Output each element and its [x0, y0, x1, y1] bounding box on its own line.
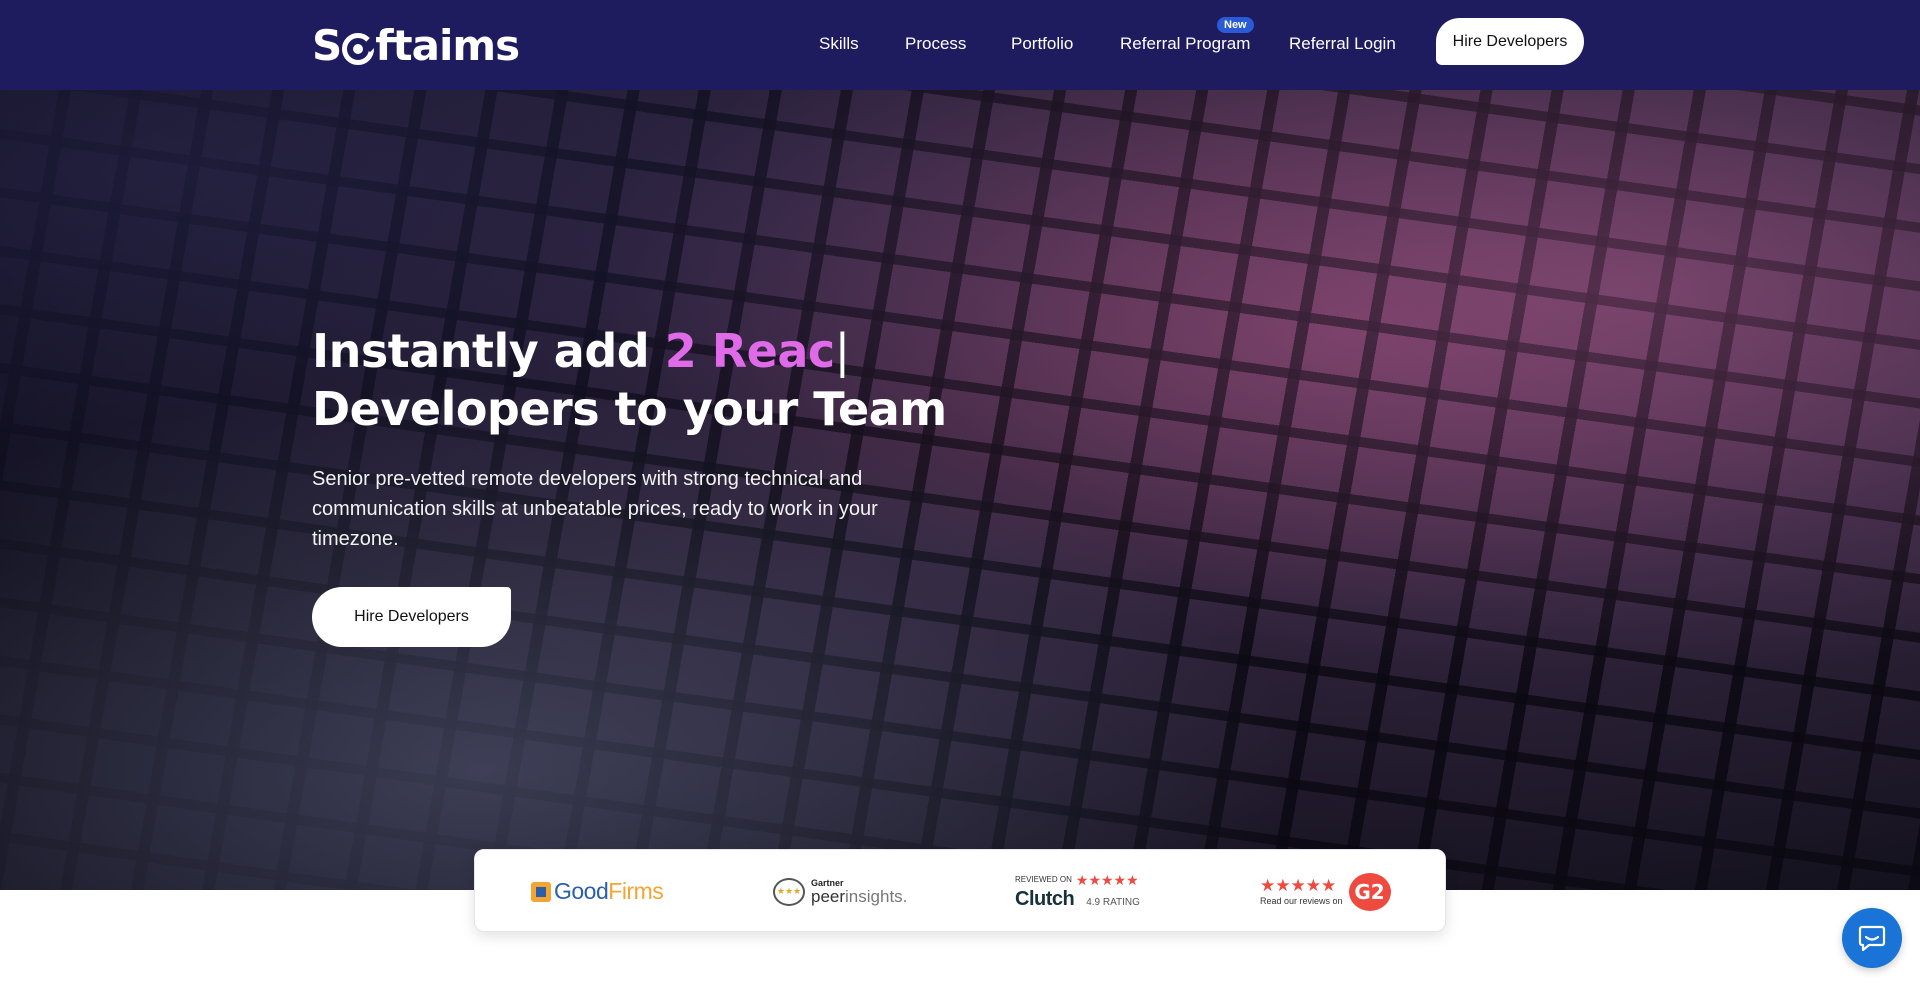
g2-reviews-text: ★★★★★ Read our reviews on — [1260, 875, 1343, 907]
hire-developers-hero-button[interactable]: Hire Developers — [312, 587, 511, 647]
g2-logo-icon: G2 — [1348, 872, 1391, 911]
gartner-wordmark: Gartner peerinsights. — [811, 877, 908, 906]
nav-skills[interactable]: Skills — [819, 34, 859, 54]
new-badge: New — [1217, 17, 1254, 33]
gartner-stars-icon: ★★★ — [773, 877, 805, 906]
chat-bubble-icon[interactable] — [1842, 908, 1902, 968]
nav-portfolio[interactable]: Portfolio — [1011, 34, 1073, 54]
softaims-logo[interactable]: Sftaims — [312, 21, 520, 70]
goodfirms-wordmark: GoodFirms — [554, 878, 664, 904]
hero-subtext: Senior pre-vetted remote developers with… — [312, 468, 878, 550]
clutch-wordmark: REVIEWED ON ★★★★★ Clutch 4.9 RATING — [1015, 871, 1140, 911]
nav-process[interactable]: Process — [905, 34, 966, 54]
clutch-stars-icon: ★★★★★ — [1075, 871, 1139, 888]
gartner-peer-insights-badge[interactable]: ★★★ Gartner peerinsights. — [773, 850, 907, 933]
hero-background-image — [0, 90, 1920, 890]
headline-line2: Developers to your Team — [312, 382, 947, 436]
chat-icon-glyph — [1858, 925, 1886, 952]
logo-letters-rest: ftaims — [375, 21, 520, 70]
site-header: Sftaims Skills Process Portfolio Referra… — [0, 0, 1920, 90]
logo-letter-s: S — [312, 21, 342, 70]
clutch-badge[interactable]: REVIEWED ON ★★★★★ Clutch 4.9 RATING — [1015, 850, 1140, 933]
g2-badge[interactable]: ★★★★★ Read our reviews on G2 — [1260, 850, 1391, 933]
goodfirms-badge[interactable]: GoodFirms — [531, 850, 664, 933]
headline-prefix: Instantly add — [312, 324, 665, 378]
headline-accent-typing: 2 Reac — [664, 324, 835, 378]
nav-referral-program[interactable]: Referral Program — [1120, 34, 1250, 54]
typing-cursor: | — [834, 324, 851, 378]
review-badges-strip: GoodFirms ★★★ Gartner peerinsights. REVI… — [474, 849, 1446, 932]
goodfirms-logo-icon — [531, 881, 551, 902]
hire-developers-header-button[interactable]: Hire Developers — [1436, 18, 1584, 65]
nav-referral-login[interactable]: Referral Login — [1289, 34, 1396, 54]
logo-o-mark — [342, 33, 375, 65]
hero-section: Instantly add 2 Reac| Developers to your… — [0, 90, 1920, 890]
hero-headline: Instantly add 2 Reac| Developers to your… — [312, 322, 1012, 438]
g2-stars-icon: ★★★★★ — [1260, 875, 1337, 895]
